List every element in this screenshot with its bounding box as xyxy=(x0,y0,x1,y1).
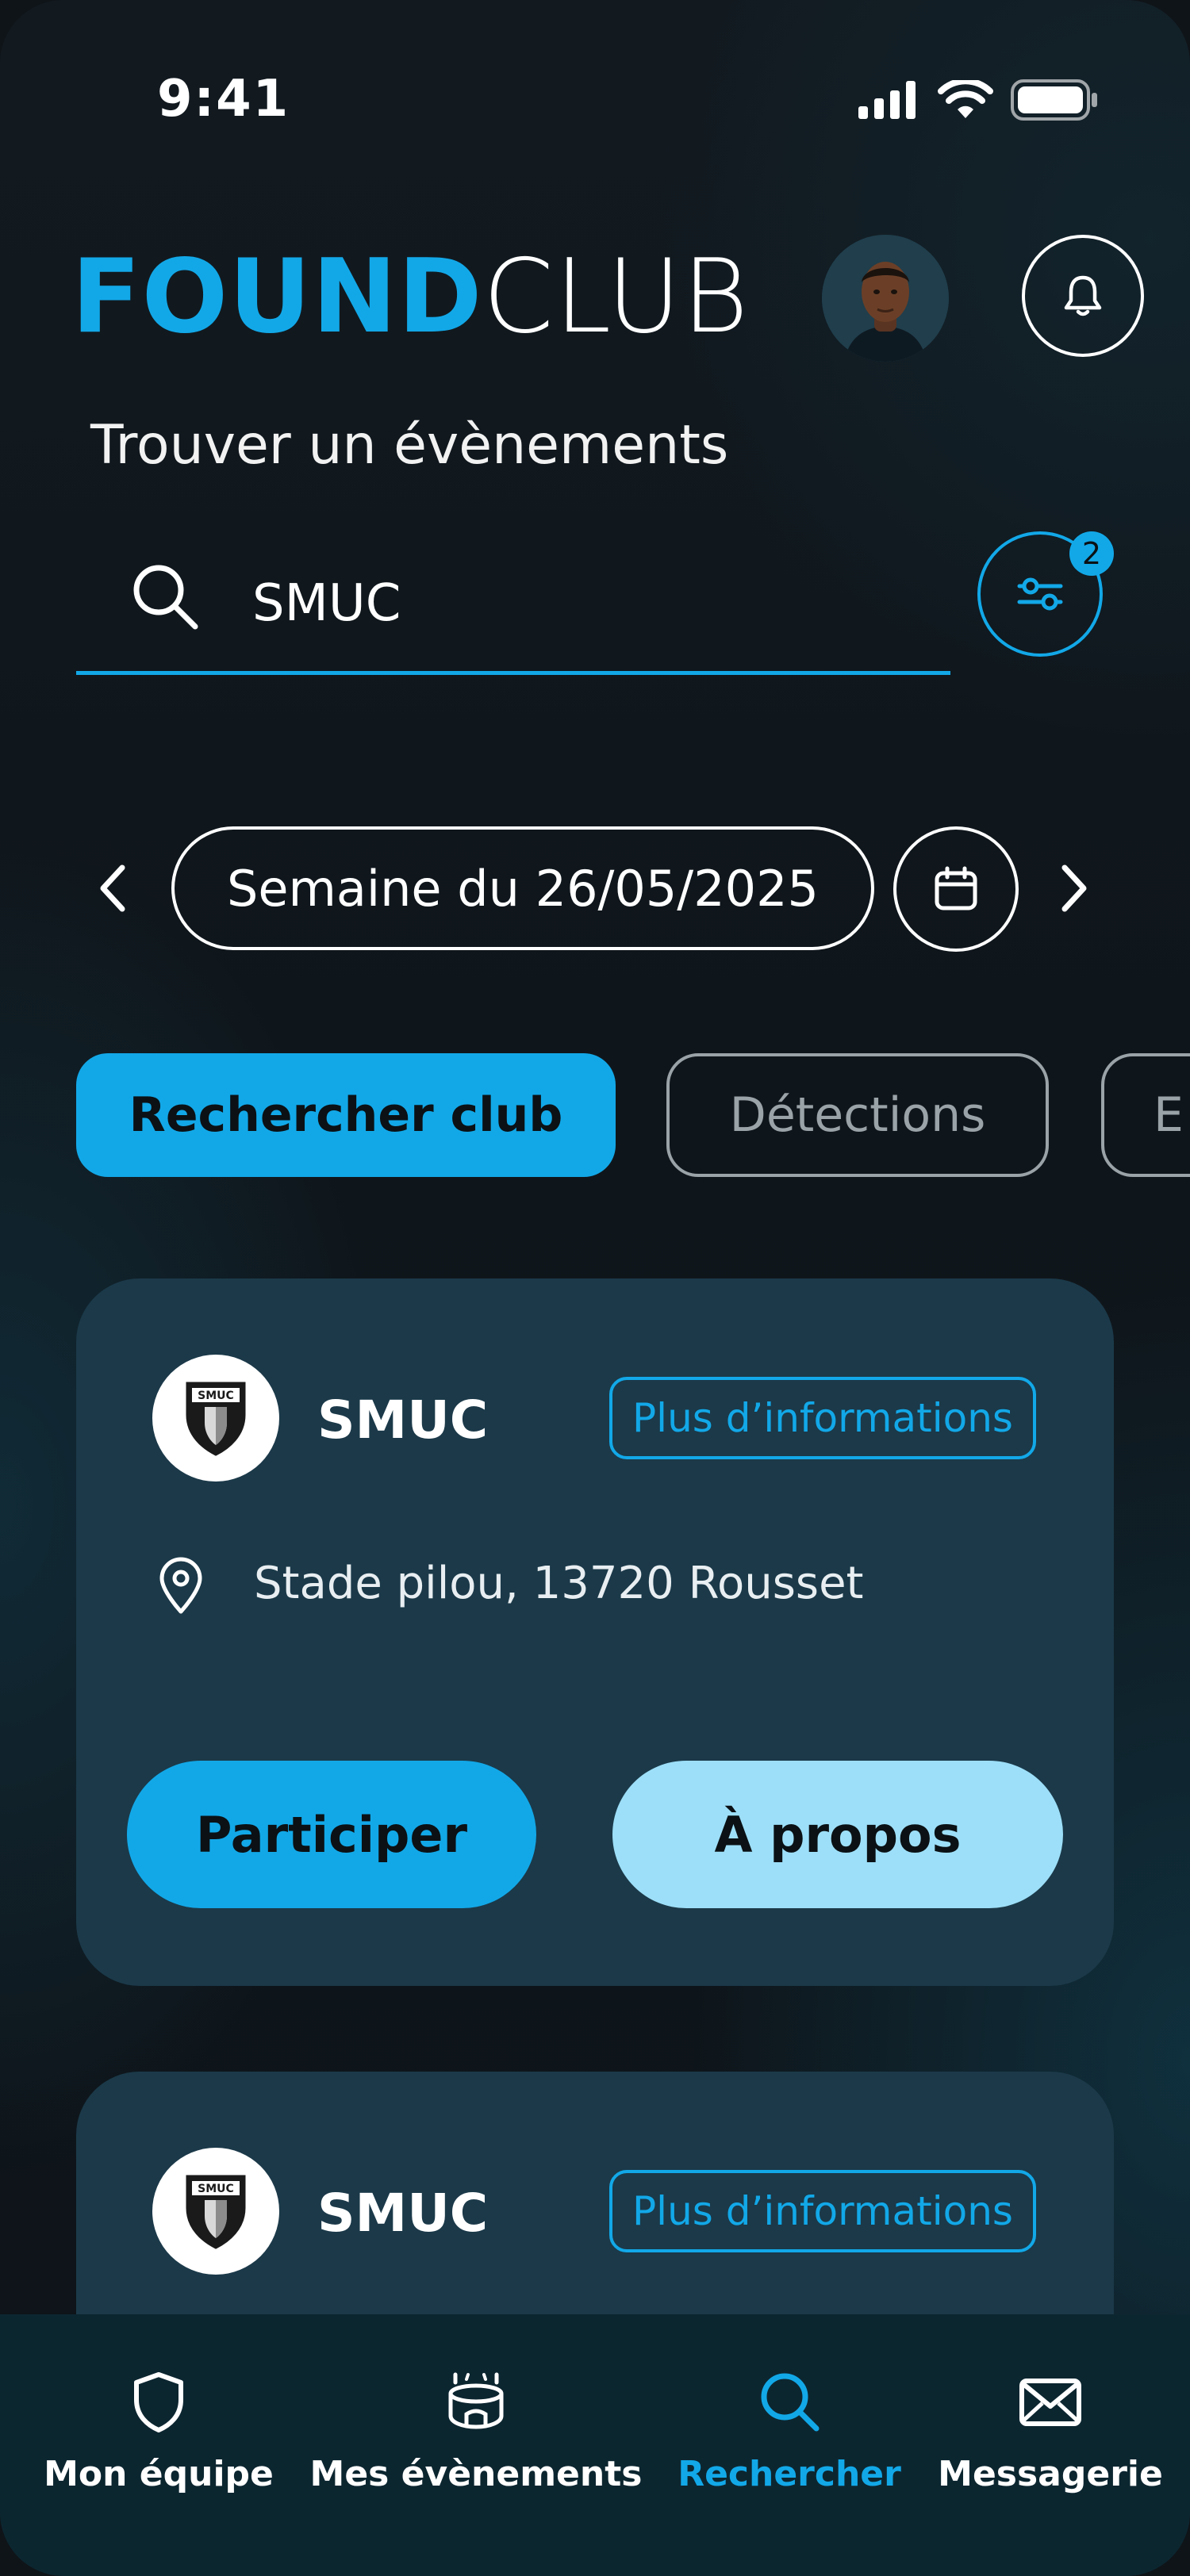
avatar[interactable] xyxy=(822,235,949,362)
calendar-icon xyxy=(935,866,977,910)
mail-icon xyxy=(1019,2379,1081,2426)
nav-rechercher[interactable]: Rechercher xyxy=(666,2370,912,2494)
chevron-left-icon[interactable] xyxy=(94,861,133,915)
calendar-button[interactable] xyxy=(893,826,1019,952)
search-icon xyxy=(761,2373,820,2432)
shield-icon xyxy=(134,2372,183,2432)
club-card: SMUC SMUC Plus d’informations Stade pilo… xyxy=(76,1278,1114,1986)
more-info-button[interactable]: Plus d’informations xyxy=(609,2170,1036,2252)
nav-label: Rechercher xyxy=(678,2454,901,2494)
bell-icon xyxy=(1064,275,1102,316)
page-title: Trouver un évènements xyxy=(90,414,729,477)
club-logo: SMUC xyxy=(152,2148,279,2275)
filter-sliders-icon xyxy=(1017,577,1063,611)
signal-icon xyxy=(858,81,916,119)
tab-detections[interactable]: Détections xyxy=(666,1053,1049,1177)
app-screen: 9:41 FOUNDCLUB Trouver un évènements SMU… xyxy=(0,0,1190,2576)
search-icon xyxy=(133,565,198,630)
nav-label: Mon équipe xyxy=(44,2454,274,2494)
search-input[interactable] xyxy=(252,568,887,639)
tab-partial[interactable]: E xyxy=(1101,1053,1190,1177)
tab-rechercher-club[interactable]: Rechercher club xyxy=(76,1053,616,1177)
nav-mes-evenements[interactable]: Mes évènements xyxy=(309,2370,643,2494)
club-crest-icon: SMUC xyxy=(186,2175,246,2249)
more-info-button[interactable]: Plus d’informations xyxy=(609,1377,1036,1459)
logo-club: CLUB xyxy=(482,238,750,356)
club-name: SMUC xyxy=(317,2183,489,2244)
filter-count-badge: 2 xyxy=(1069,531,1114,576)
search-bar[interactable] xyxy=(76,539,950,675)
participate-button[interactable]: Participer xyxy=(127,1761,536,1908)
location-pin-icon xyxy=(159,1557,202,1614)
nav-label: Messagerie xyxy=(938,2454,1163,2494)
about-button[interactable]: À propos xyxy=(612,1761,1063,1908)
nav-mon-equipe[interactable]: Mon équipe xyxy=(33,2370,284,2494)
wifi-icon xyxy=(938,80,993,118)
club-crest-text: SMUC xyxy=(198,2183,234,2195)
status-time: 9:41 xyxy=(157,70,290,128)
club-crest-text: SMUC xyxy=(198,1390,234,1402)
logo-found: FOUND xyxy=(71,238,483,356)
week-selector[interactable]: Semaine du 26/05/2025 xyxy=(171,826,874,950)
nav-messagerie[interactable]: Messagerie xyxy=(936,2370,1165,2494)
nav-label: Mes évènements xyxy=(309,2454,643,2494)
app-logo: FOUNDCLUB xyxy=(71,238,749,357)
week-label: Semaine du 26/05/2025 xyxy=(227,859,819,918)
bottom-nav: Mon équipe Mes évènements Rechercher Mes… xyxy=(0,2314,1190,2576)
stadium-icon xyxy=(448,2372,504,2429)
club-logo: SMUC xyxy=(152,1355,279,1482)
club-location: Stade pilou, 13720 Rousset xyxy=(254,1558,864,1609)
status-icons xyxy=(857,79,1100,121)
battery-icon xyxy=(1011,79,1097,121)
club-crest-icon: SMUC xyxy=(186,1382,246,1456)
notifications-button[interactable] xyxy=(1022,235,1144,357)
club-name: SMUC xyxy=(317,1390,489,1451)
chevron-right-icon[interactable] xyxy=(1054,861,1093,915)
avatar-image xyxy=(822,235,949,362)
